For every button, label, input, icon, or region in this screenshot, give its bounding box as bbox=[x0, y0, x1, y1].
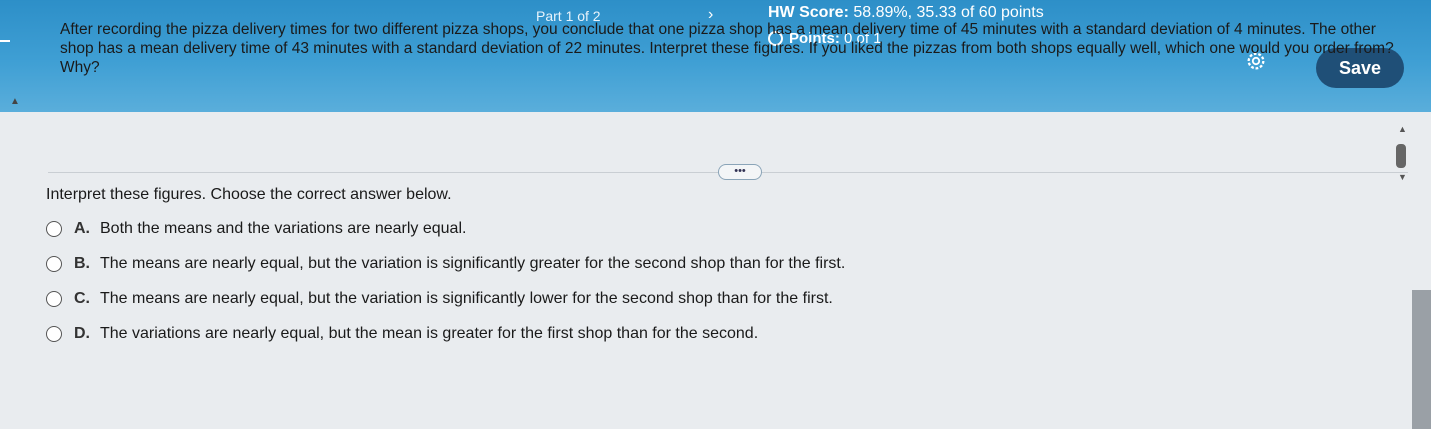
option-text: The variations are nearly equal, but the… bbox=[100, 325, 759, 342]
header-bar: Part 1 of 2 › HW Score: 58.89%, 35.33 of… bbox=[0, 0, 1431, 112]
menu-icon[interactable] bbox=[0, 40, 10, 42]
radio-d[interactable] bbox=[46, 326, 62, 342]
option-letter: A. bbox=[74, 220, 90, 237]
option-a[interactable]: A. Both the means and the variations are… bbox=[46, 220, 466, 238]
hw-score-value: 58.89%, 35.33 of 60 points bbox=[853, 4, 1044, 21]
answer-prompt: Interpret these figures. Choose the corr… bbox=[46, 186, 452, 203]
option-letter: D. bbox=[74, 325, 90, 342]
radio-b[interactable] bbox=[46, 256, 62, 272]
option-d[interactable]: D. The variations are nearly equal, but … bbox=[46, 325, 758, 343]
window-edge bbox=[1412, 290, 1431, 429]
radio-a[interactable] bbox=[46, 221, 62, 237]
option-text: The means are nearly equal, but the vari… bbox=[100, 290, 833, 307]
option-c[interactable]: C. The means are nearly equal, but the v… bbox=[46, 290, 833, 308]
scroll-down-icon[interactable]: ▼ bbox=[1398, 172, 1407, 182]
option-letter: B. bbox=[74, 255, 90, 272]
question-text: After recording the pizza delivery times… bbox=[60, 21, 1394, 76]
expand-button[interactable]: ••• bbox=[718, 164, 762, 180]
option-text: Both the means and the variations are ne… bbox=[100, 220, 467, 237]
scrollbar-thumb[interactable] bbox=[1396, 144, 1406, 168]
scroll-up-icon[interactable]: ▲ bbox=[1398, 124, 1407, 134]
option-text: The means are nearly equal, but the vari… bbox=[100, 255, 846, 272]
hw-score-label: HW Score: bbox=[768, 4, 849, 21]
radio-c[interactable] bbox=[46, 291, 62, 307]
option-letter: C. bbox=[74, 290, 90, 307]
option-b[interactable]: B. The means are nearly equal, but the v… bbox=[46, 255, 845, 273]
collapse-up-icon[interactable]: ▲ bbox=[10, 96, 20, 107]
